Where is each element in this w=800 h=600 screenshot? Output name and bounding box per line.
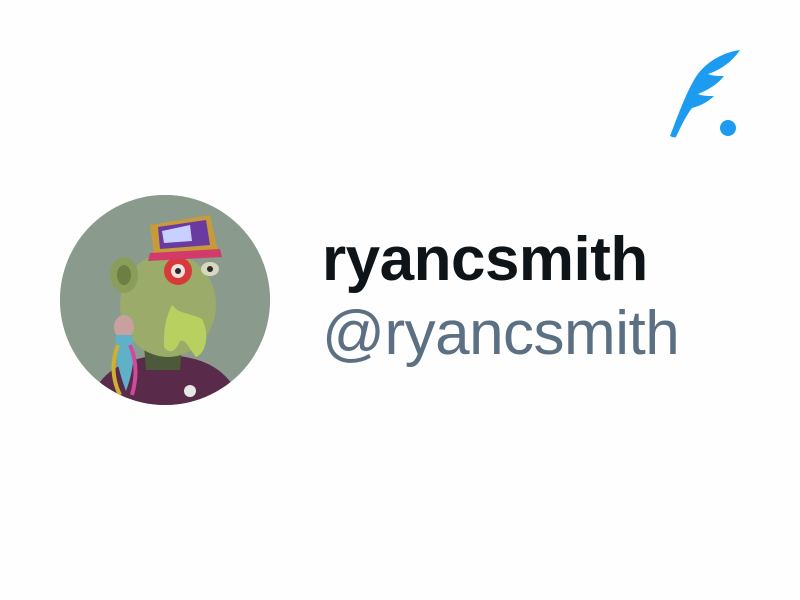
quill-icon[interactable] [664,46,744,142]
display-name[interactable]: ryancsmith [322,222,682,298]
profile-card: ryancsmith @ryancsmith [0,0,800,600]
profile-names: ryancsmith @ryancsmith [322,222,682,372]
avatar[interactable] [60,195,270,405]
avatar-image [60,195,270,405]
username-handle[interactable]: @ryancsmith [322,296,680,372]
